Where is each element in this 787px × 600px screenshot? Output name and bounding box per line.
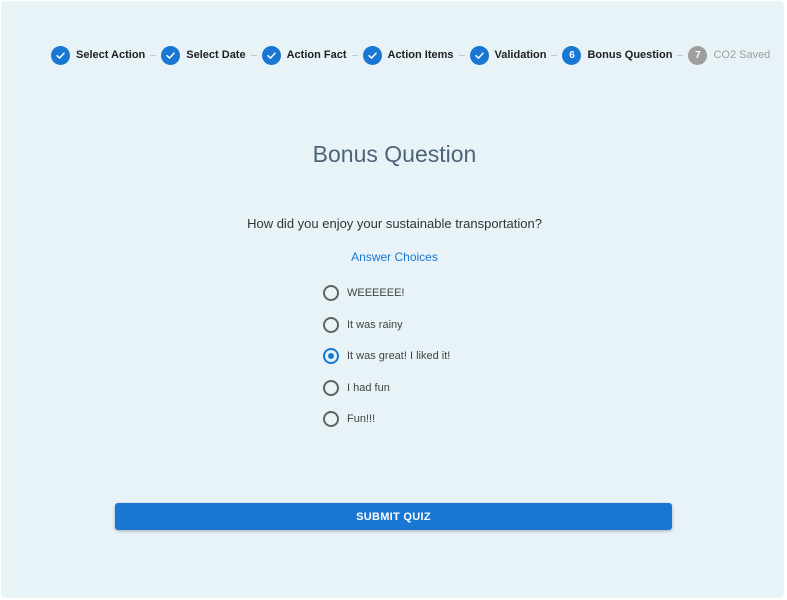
radio-button-selected[interactable]	[323, 348, 339, 364]
quiz-panel: Select Action Select Date Action Fact Ac…	[1, 1, 784, 598]
radio-group: WEEEEEE! It was rainy It was great! I li…	[323, 285, 450, 443]
step-connector	[150, 54, 157, 56]
answer-choices-label: Answer Choices	[351, 250, 438, 264]
step-validation: Validation	[469, 45, 547, 65]
radio-button[interactable]	[323, 316, 339, 333]
step-connector	[458, 54, 465, 56]
step-co2-saved: 7 CO2 Saved	[688, 45, 770, 65]
question-text: How did you enjoy your sustainable trans…	[247, 216, 542, 231]
check-icon	[51, 45, 70, 65]
step-label: Bonus Question	[587, 49, 673, 61]
option-label: It was great! I liked it!	[347, 350, 451, 362]
step-label: CO2 Saved	[713, 49, 771, 61]
submit-quiz-button[interactable]: SUBMIT QUIZ	[115, 503, 672, 530]
step-action-fact: Action Fact	[261, 45, 347, 65]
step-number: 7	[688, 45, 708, 65]
step-label: Action Fact	[286, 49, 347, 61]
step-select-action: Select Action	[51, 45, 145, 65]
step-label: Action Items	[387, 49, 454, 61]
option-label: It was rainy	[347, 318, 403, 331]
radio-button[interactable]	[323, 285, 339, 301]
check-icon	[161, 45, 181, 65]
step-label: Validation	[494, 49, 547, 61]
radio-option[interactable]: Fun!!!	[323, 411, 450, 427]
radio-button[interactable]	[323, 379, 339, 396]
radio-option[interactable]: It was rainy	[323, 316, 450, 333]
radio-button[interactable]	[323, 411, 339, 427]
step-label: Select Date	[186, 49, 246, 61]
radio-option[interactable]: It was great! I liked it!	[323, 348, 450, 364]
option-label: I had fun	[347, 381, 390, 394]
check-icon	[362, 45, 382, 65]
step-connector	[250, 54, 257, 56]
stepper: Select Action Select Date Action Fact Ac…	[51, 45, 770, 65]
radio-option[interactable]: WEEEEEE!	[323, 285, 450, 301]
check-icon	[469, 45, 489, 65]
radio-option[interactable]: I had fun	[323, 379, 450, 396]
step-select-date: Select Date	[161, 45, 246, 65]
step-connector	[551, 54, 558, 56]
option-label: WEEEEEE!	[347, 287, 405, 299]
page-title: Bonus Question	[312, 141, 477, 167]
step-label: Select Action	[76, 49, 146, 61]
step-connector	[351, 54, 358, 56]
step-connector	[677, 54, 684, 56]
check-icon	[261, 45, 281, 65]
step-action-items: Action Items	[362, 45, 454, 65]
step-bonus-question: 6 Bonus Question	[562, 45, 672, 65]
option-label: Fun!!!	[347, 413, 376, 425]
step-number: 6	[562, 45, 582, 65]
